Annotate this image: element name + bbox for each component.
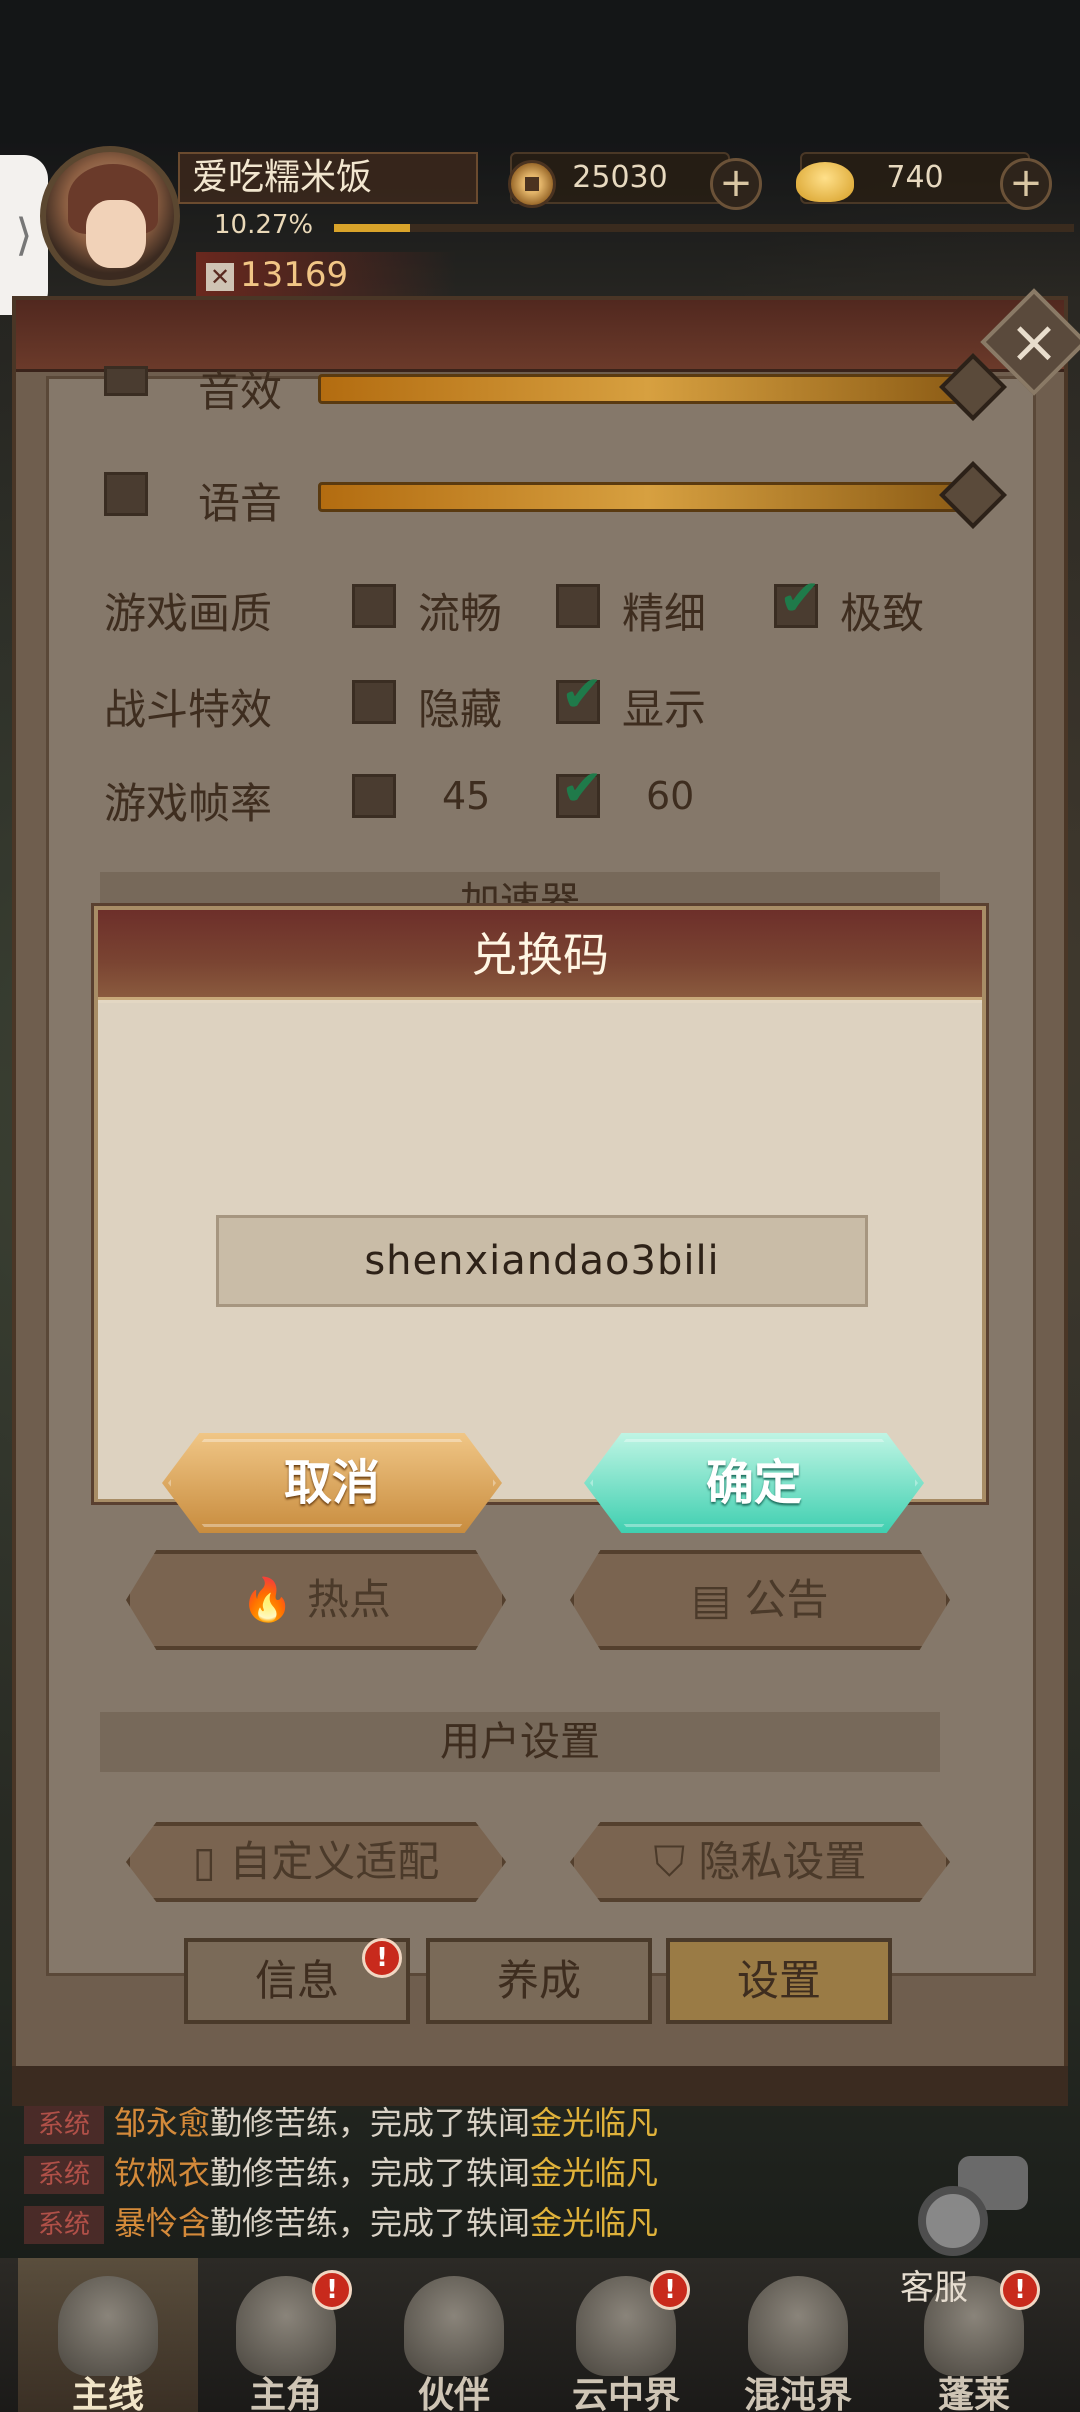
ingot-icon — [796, 162, 854, 202]
chaos-icon — [748, 2276, 848, 2376]
customer-service-button[interactable] — [908, 2156, 1028, 2276]
quality-ultra-label: 极致 — [840, 589, 925, 638]
hot-topics-button[interactable]: 🔥 热点 — [126, 1550, 506, 1650]
announcement-button[interactable]: ▤ 公告 — [570, 1550, 950, 1650]
notice-board-icon: ▤ — [691, 1575, 745, 1624]
framerate-60-checkbox[interactable]: ✔ — [556, 759, 603, 818]
avatar[interactable] — [40, 146, 180, 286]
customer-service-label: 客服 — [900, 2268, 968, 2308]
check-icon: ✔ — [779, 569, 821, 627]
player-bar: 爱吃糯米饭 10.27% ✕ 13169 25030 + 740 + — [0, 140, 1080, 300]
quality-smooth-checkbox[interactable] — [352, 584, 396, 628]
framerate-60-label: 60 — [646, 774, 695, 818]
tab-develop[interactable]: 养成 — [426, 1938, 652, 2024]
dialog-body: shenxiandao3bili 取消 确定 — [98, 1003, 982, 1533]
shield-lock-icon: ⛉ — [653, 1837, 699, 1886]
sound-effects-slider[interactable] — [318, 353, 1007, 421]
power-value: ✕ 13169 — [196, 252, 456, 298]
coin-icon — [508, 160, 556, 208]
crossed-swords-icon — [58, 2276, 158, 2376]
flame-icon: 🔥 — [241, 1575, 307, 1624]
chat-line: 系统 邹永愈勤修苦练，完成了轶闻金光临凡 — [24, 2098, 924, 2148]
quality-ultra-checkbox[interactable]: ✔ — [774, 569, 821, 628]
nav-cloud-realm[interactable]: 云中界 — [536, 2258, 716, 2412]
level-progress-bar — [334, 224, 1074, 232]
quality-fine-label: 精细 — [622, 589, 707, 638]
framerate-label: 游戏帧率 — [104, 779, 273, 828]
sound-effects-checkbox[interactable] — [104, 366, 148, 396]
nav-main-story[interactable]: 主线 — [18, 2258, 198, 2412]
confirm-button[interactable]: 确定 — [584, 1433, 924, 1533]
tab-settings[interactable]: 设置 — [666, 1938, 892, 2024]
user-settings-title: 用户设置 — [100, 1712, 940, 1772]
nav-chaos-realm[interactable]: 混沌界 — [708, 2258, 888, 2412]
player-name: 爱吃糯米饭 — [178, 152, 478, 204]
battle-fx-label: 战斗特效 — [104, 685, 273, 734]
battle-fx-show-label: 显示 — [622, 685, 707, 734]
alert-badge: ! — [650, 2270, 690, 2310]
redeem-code-input[interactable]: shenxiandao3bili — [216, 1215, 868, 1307]
power-number: 13169 — [240, 255, 349, 295]
nav-partner[interactable]: 伙伴 — [364, 2258, 544, 2412]
battle-fx-hide-label: 隐藏 — [418, 685, 503, 734]
partner-icon — [404, 2276, 504, 2376]
system-chat: 系统 邹永愈勤修苦练，完成了轶闻金光临凡 系统 钦枫衣勤修苦练，完成了轶闻金光临凡 … — [24, 2098, 924, 2248]
quality-smooth-label: 流畅 — [418, 589, 503, 638]
close-icon: × — [1008, 307, 1060, 377]
add-ingots-button[interactable]: + — [1000, 158, 1052, 210]
framerate-45-label: 45 — [442, 774, 491, 818]
alert-badge: ! — [362, 1938, 402, 1978]
redeem-code-dialog: 兑换码 shenxiandao3bili 取消 确定 — [94, 906, 986, 1533]
cancel-button[interactable]: 取消 — [162, 1433, 502, 1533]
battle-fx-hide-checkbox[interactable] — [352, 680, 396, 724]
level-progress-text: 10.27% — [214, 210, 314, 240]
voice-slider[interactable] — [318, 461, 1007, 529]
headset-icon — [918, 2186, 988, 2256]
quality-fine-checkbox[interactable] — [556, 584, 600, 628]
quality-label: 游戏画质 — [104, 589, 273, 638]
privacy-settings-button[interactable]: ⛉ 隐私设置 — [570, 1822, 950, 1902]
power-icon: ✕ — [206, 262, 234, 291]
chat-line: 系统 钦枫衣勤修苦练，完成了轶闻金光临凡 — [24, 2148, 924, 2198]
check-icon: ✔ — [561, 759, 603, 817]
voice-checkbox[interactable] — [104, 472, 148, 516]
alert-badge: ! — [312, 2270, 352, 2310]
custom-adapt-button[interactable]: ▯ 自定义适配 — [126, 1822, 506, 1902]
chat-line: 系统 暴怜含勤修苦练，完成了轶闻金光临凡 — [24, 2198, 924, 2248]
dialog-title: 兑换码 — [98, 910, 982, 1000]
check-icon: ✔ — [561, 665, 603, 723]
alert-badge: ! — [1000, 2270, 1040, 2310]
phone-icon: ▯ — [192, 1837, 230, 1886]
voice-label: 语音 — [198, 479, 283, 528]
add-coins-button[interactable]: + — [710, 158, 762, 210]
battle-fx-show-checkbox[interactable]: ✔ — [556, 665, 603, 724]
framerate-45-checkbox[interactable] — [352, 774, 396, 818]
panel-header — [16, 300, 1064, 372]
sound-effects-label: 音效 — [198, 367, 283, 416]
